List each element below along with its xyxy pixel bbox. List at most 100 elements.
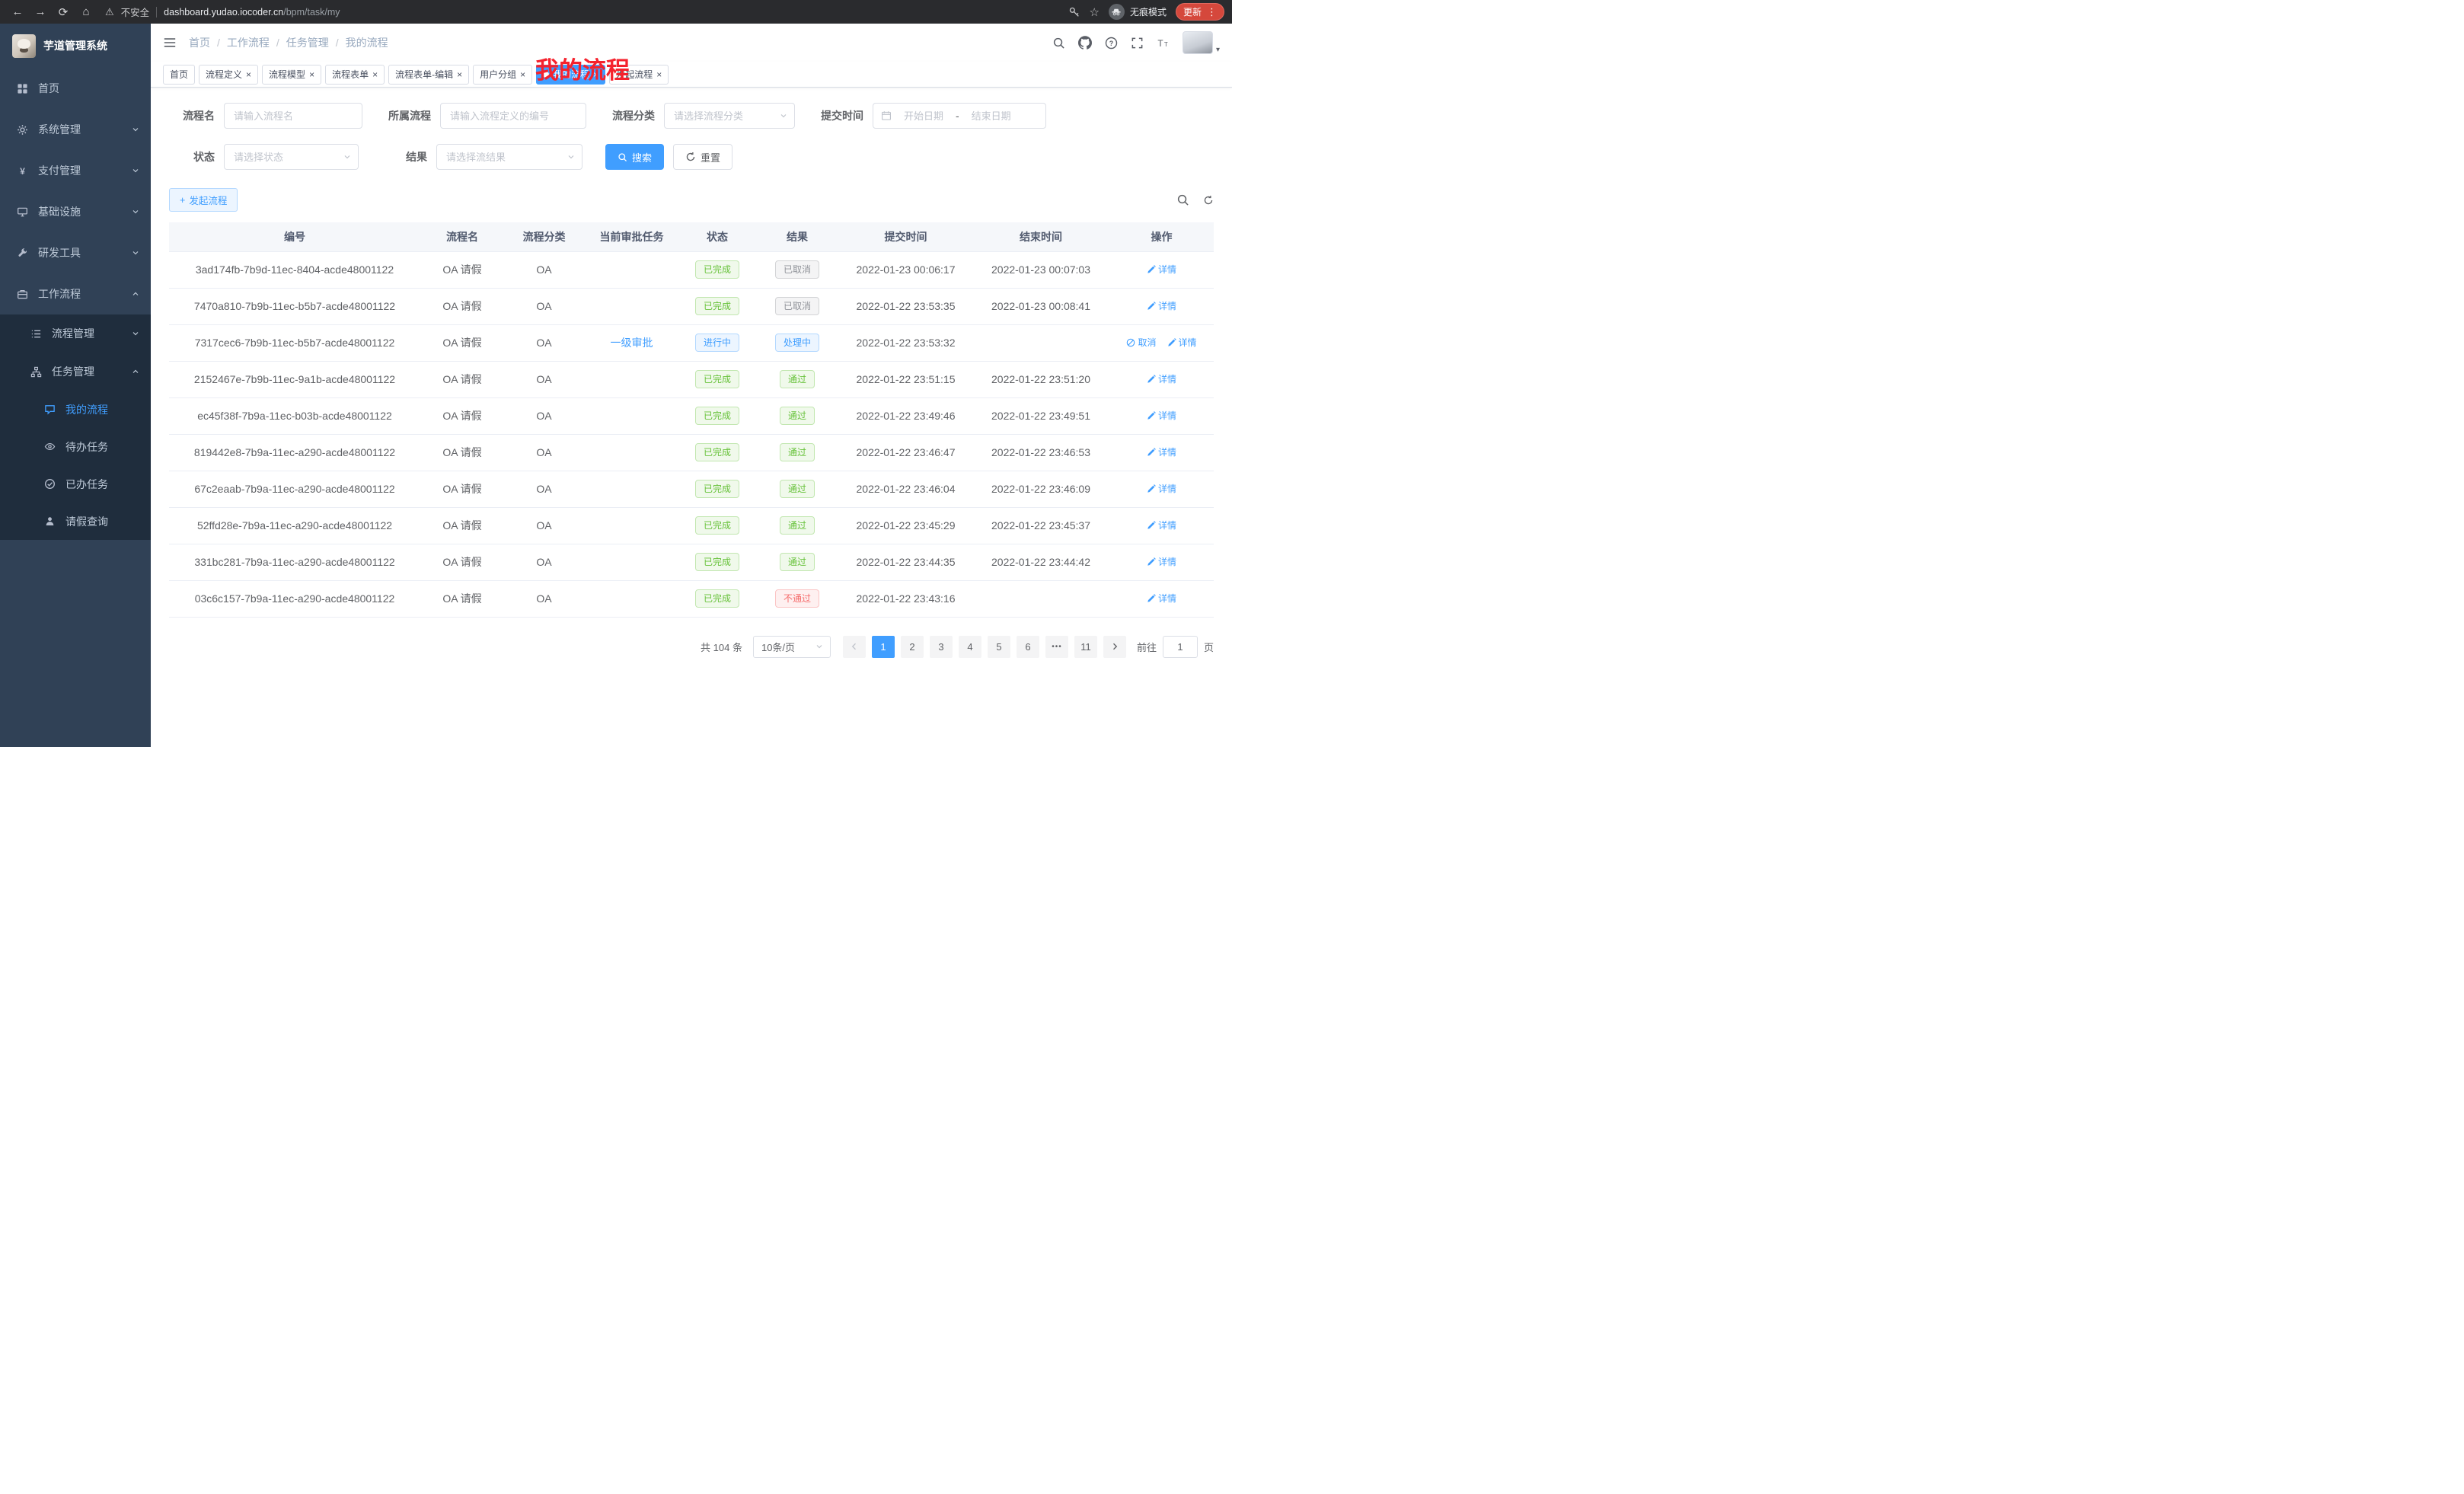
sidebar-item-payment[interactable]: ¥支付管理	[0, 150, 151, 191]
tab-process-model[interactable]: 流程模型×	[262, 65, 321, 85]
toggle-search-icon[interactable]	[1176, 193, 1189, 206]
sidebar-item-my-process[interactable]: 我的流程	[0, 391, 151, 428]
close-icon[interactable]: ×	[246, 70, 251, 79]
detail-link[interactable]: 详情	[1167, 336, 1197, 349]
sidebar-item-devtools[interactable]: 研发工具	[0, 232, 151, 273]
goto-label: 前往	[1137, 640, 1157, 654]
back-icon: ←	[12, 5, 24, 18]
sidebar-item-label: 任务管理	[52, 364, 131, 379]
search-icon[interactable]	[1052, 37, 1065, 49]
tab-user-group[interactable]: 用户分组×	[473, 65, 532, 85]
cancel-link[interactable]: 取消	[1126, 336, 1156, 349]
security-warning-label[interactable]: 不安全	[121, 5, 150, 19]
detail-link[interactable]: 详情	[1147, 445, 1176, 458]
parent-process-input[interactable]	[440, 103, 586, 129]
sidebar-item-infra[interactable]: 基础设施	[0, 191, 151, 232]
refresh-list-icon[interactable]	[1203, 195, 1214, 206]
browser-menu-icon[interactable]: ⋮	[1207, 6, 1217, 18]
goto-page-input[interactable]	[1163, 636, 1198, 658]
page-button-11[interactable]: 11	[1074, 636, 1097, 658]
detail-link[interactable]: 详情	[1147, 592, 1176, 605]
sidebar-item-system[interactable]: 系统管理	[0, 109, 151, 150]
fullscreen-icon[interactable]	[1131, 37, 1144, 49]
bookmark-star-icon[interactable]: ☆	[1090, 5, 1100, 19]
sidebar-item-done-tasks[interactable]: 已办任务	[0, 465, 151, 503]
status-badge: 已完成	[695, 407, 739, 425]
detail-link[interactable]: 详情	[1147, 263, 1176, 276]
sidebar-item-task-mgmt[interactable]: 任务管理	[0, 353, 151, 391]
password-key-icon[interactable]	[1068, 6, 1080, 18]
prev-page-button[interactable]	[843, 636, 866, 658]
cell-status: 已完成	[679, 397, 755, 434]
font-size-icon[interactable]: TT	[1157, 37, 1170, 49]
start-process-button[interactable]: + 发起流程	[169, 188, 238, 212]
sidebar-item-workflow[interactable]: 工作流程	[0, 273, 151, 314]
forward-button[interactable]: →	[30, 2, 50, 22]
category-select[interactable]	[664, 103, 795, 129]
reload-button[interactable]: ⟳	[53, 2, 73, 22]
cell-current-task	[584, 361, 679, 397]
user-avatar[interactable]: ▾	[1183, 31, 1220, 54]
page-button-6[interactable]: 6	[1017, 636, 1039, 658]
end-date-input[interactable]	[962, 110, 1020, 122]
home-button[interactable]: ⌂	[76, 2, 96, 22]
search-button[interactable]: 搜索	[605, 144, 664, 170]
infra-icon	[15, 206, 29, 218]
page-button-3[interactable]: 3	[930, 636, 953, 658]
breadcrumb-item[interactable]: 工作流程	[227, 35, 270, 50]
help-icon[interactable]: ?	[1105, 37, 1118, 49]
start-date-input[interactable]	[895, 110, 953, 122]
status-select[interactable]	[224, 144, 359, 170]
detail-link[interactable]: 详情	[1147, 372, 1176, 385]
breadcrumb-item[interactable]: 任务管理	[286, 35, 329, 50]
cancel-icon	[1126, 338, 1135, 347]
page-button-5[interactable]: 5	[988, 636, 1010, 658]
address-bar[interactable]: ⚠ 不安全 dashboard.yudao.iocoder.cn/bpm/tas…	[105, 5, 1065, 19]
detail-link[interactable]: 详情	[1147, 299, 1176, 312]
process-name-input[interactable]	[224, 103, 362, 129]
page-button-1[interactable]: 1	[872, 636, 895, 658]
hamburger-icon[interactable]	[163, 36, 177, 49]
app-logo[interactable]: 芋道管理系统	[0, 24, 151, 68]
tab-process-form[interactable]: 流程表单×	[325, 65, 385, 85]
close-icon[interactable]: ×	[656, 70, 662, 79]
list-icon	[29, 328, 43, 340]
back-button[interactable]: ←	[8, 2, 27, 22]
breadcrumb-item[interactable]: 首页	[189, 35, 210, 50]
close-icon[interactable]: ×	[457, 70, 462, 79]
sidebar-item-leave-query[interactable]: 请假查询	[0, 503, 151, 540]
tab-home[interactable]: 首页	[163, 65, 195, 85]
sidebar-item-label: 工作流程	[38, 286, 131, 302]
reset-button[interactable]: 重置	[673, 144, 732, 170]
toolbar-right	[1176, 193, 1214, 206]
detail-link[interactable]: 详情	[1147, 409, 1176, 422]
tab-process-form-edit[interactable]: 流程表单-编辑×	[388, 65, 469, 85]
github-icon[interactable]	[1078, 36, 1092, 49]
page-button-2[interactable]: 2	[901, 636, 924, 658]
sidebar-item-todo-tasks[interactable]: 待办任务	[0, 428, 151, 465]
url-host: dashboard.yudao.iocoder.cn	[164, 7, 283, 18]
update-button[interactable]: 更新 ⋮	[1176, 3, 1224, 21]
sidebar-item-process-mgmt[interactable]: 流程管理	[0, 314, 151, 353]
sidebar-item-home[interactable]: 首页	[0, 68, 151, 109]
detail-link[interactable]: 详情	[1147, 482, 1176, 495]
detail-link[interactable]: 详情	[1147, 555, 1176, 568]
detail-link[interactable]: 详情	[1147, 519, 1176, 532]
more-pages-button[interactable]: •••	[1045, 636, 1068, 658]
result-select[interactable]	[436, 144, 582, 170]
current-task-link[interactable]: 一级审批	[611, 337, 653, 349]
search-icon	[618, 152, 627, 162]
tab-process-definition[interactable]: 流程定义×	[199, 65, 258, 85]
close-icon[interactable]: ×	[309, 70, 314, 79]
date-range-picker[interactable]: -	[873, 103, 1046, 129]
close-icon[interactable]: ×	[372, 70, 378, 79]
next-page-button[interactable]	[1103, 636, 1126, 658]
close-icon[interactable]: ×	[520, 70, 525, 79]
page-url: dashboard.yudao.iocoder.cn/bpm/task/my	[164, 7, 340, 18]
table-row: 819442e8-7b9a-11ec-a290-acde48001122OA 请…	[169, 434, 1214, 471]
cell-result: 通过	[755, 471, 839, 507]
chevron-icon	[131, 329, 140, 338]
page-button-4[interactable]: 4	[959, 636, 981, 658]
page-size-select[interactable]: 10条/页	[753, 636, 831, 658]
cell-submit-time: 2022-01-22 23:43:16	[839, 580, 972, 617]
